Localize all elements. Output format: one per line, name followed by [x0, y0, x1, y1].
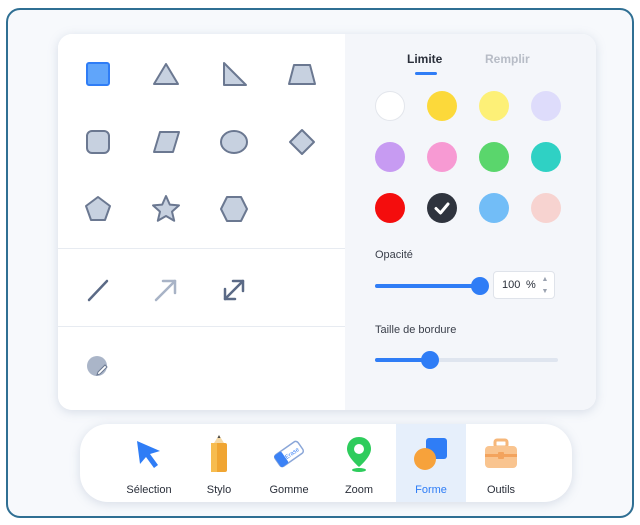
line-icon[interactable]	[78, 270, 118, 310]
tab-fill[interactable]: Remplir	[485, 52, 530, 66]
opacity-slider-fill	[375, 284, 480, 288]
active-tab-indicator	[415, 72, 437, 75]
opacity-label: Opacité	[375, 249, 413, 261]
tool-label: Forme	[415, 484, 447, 496]
color-swatch[interactable]	[479, 142, 509, 172]
tool-tools[interactable]: Outils	[466, 424, 536, 502]
color-swatch[interactable]	[375, 193, 405, 223]
style-settings: Limite Remplir Opacité 100 % ▲ ▼ Taille …	[345, 34, 596, 410]
tool-eraser[interactable]: Erase Gomme	[254, 424, 324, 502]
color-swatch[interactable]	[427, 142, 457, 172]
right-triangle-icon[interactable]	[214, 54, 254, 94]
map-pin-icon	[339, 434, 379, 474]
double-arrow-icon[interactable]	[214, 270, 254, 310]
opacity-slider[interactable]	[375, 277, 489, 295]
shape-picker	[58, 34, 345, 410]
color-swatch[interactable]	[479, 91, 509, 121]
tool-label: Stylo	[206, 484, 232, 496]
tool-label: Zoom	[344, 484, 374, 496]
eraser-icon: Erase	[269, 434, 309, 474]
tool-label: Gomme	[269, 484, 309, 496]
arrow-icon[interactable]	[146, 270, 186, 310]
hexagon-icon[interactable]	[214, 189, 254, 229]
shapes-icon	[411, 434, 451, 474]
opacity-slider-thumb[interactable]	[471, 277, 489, 295]
ellipse-icon[interactable]	[214, 122, 254, 162]
border-size-slider[interactable]	[375, 351, 558, 369]
opacity-unit: %	[526, 279, 536, 291]
tool-selection[interactable]: Sélection	[114, 424, 184, 502]
parallelogram-icon[interactable]	[146, 122, 186, 162]
custom-shape-icon[interactable]	[78, 346, 118, 386]
rounded-square-icon[interactable]	[78, 122, 118, 162]
pencil-icon	[199, 434, 239, 474]
tool-shape[interactable]: Forme	[396, 424, 466, 502]
tool-label: Outils	[486, 484, 516, 496]
color-swatch[interactable]	[531, 193, 561, 223]
divider	[58, 248, 345, 249]
color-swatch[interactable]	[427, 193, 457, 223]
triangle-icon[interactable]	[146, 54, 186, 94]
color-swatch[interactable]	[375, 91, 405, 121]
tool-zoom[interactable]: Zoom	[324, 424, 394, 502]
star-icon[interactable]	[146, 189, 186, 229]
main-toolbar: Sélection Stylo Erase Gomme Zoom Forme O…	[80, 424, 572, 502]
tool-label: Sélection	[126, 484, 172, 496]
color-swatch[interactable]	[375, 142, 405, 172]
color-swatch[interactable]	[531, 142, 561, 172]
opacity-value: 100	[502, 279, 521, 291]
check-icon	[434, 202, 450, 215]
shape-panel: Limite Remplir Opacité 100 % ▲ ▼ Taille …	[58, 34, 596, 410]
toolbox-icon	[481, 434, 521, 474]
pentagon-icon[interactable]	[78, 189, 118, 229]
color-swatch[interactable]	[479, 193, 509, 223]
border-size-slider-thumb[interactable]	[420, 351, 439, 369]
tab-border[interactable]: Limite	[407, 52, 442, 66]
increment-icon[interactable]: ▲	[540, 274, 550, 284]
opacity-input[interactable]: 100 % ▲ ▼	[493, 271, 555, 299]
decrement-icon[interactable]: ▼	[540, 286, 550, 296]
divider	[58, 326, 345, 327]
border-size-label: Taille de bordure	[375, 324, 457, 336]
trapezoid-icon[interactable]	[282, 54, 322, 94]
tool-pen[interactable]: Stylo	[184, 424, 254, 502]
square-icon[interactable]	[78, 54, 118, 94]
cursor-icon	[129, 434, 169, 474]
color-swatch[interactable]	[531, 91, 561, 121]
color-swatch[interactable]	[427, 91, 457, 121]
diamond-icon[interactable]	[282, 122, 322, 162]
